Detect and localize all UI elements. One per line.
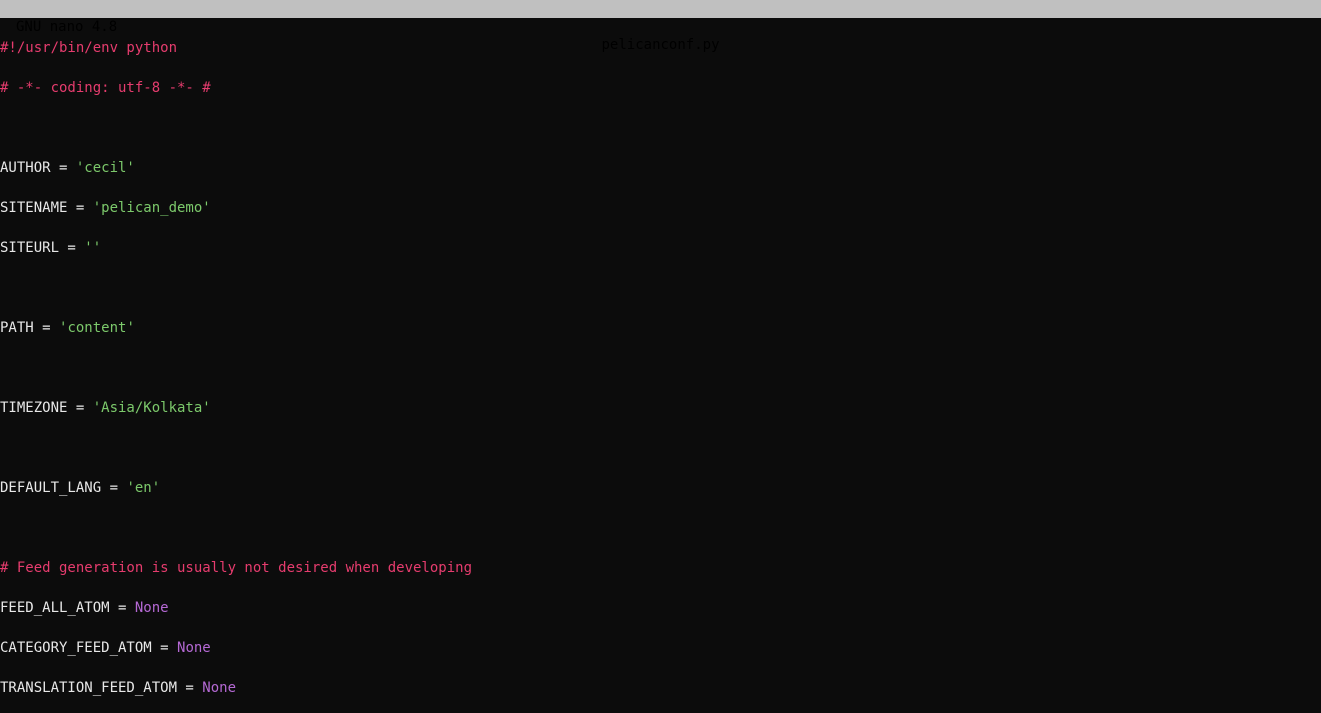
code-line: # -*- coding: utf-8 -*- #	[0, 78, 1321, 98]
code-line: CATEGORY_FEED_ATOM = None	[0, 638, 1321, 658]
code-line: PATH = 'content'	[0, 318, 1321, 338]
code-line: SITENAME = 'pelican_demo'	[0, 198, 1321, 218]
code-line: # Feed generation is usually not desired…	[0, 558, 1321, 578]
code-line: AUTHOR = 'cecil'	[0, 158, 1321, 178]
code-line: SITEURL = ''	[0, 238, 1321, 258]
code-line: DEFAULT_LANG = 'en'	[0, 478, 1321, 498]
blank-line	[0, 118, 1321, 138]
blank-line	[0, 438, 1321, 458]
nano-app-name: GNU nano 4.8	[16, 18, 117, 36]
blank-line	[0, 518, 1321, 538]
blank-line	[0, 278, 1321, 298]
editor-area[interactable]: #!/usr/bin/env python # -*- coding: utf-…	[0, 18, 1321, 713]
nano-filename: pelicanconf.py	[601, 36, 719, 54]
code-line: TIMEZONE = 'Asia/Kolkata'	[0, 398, 1321, 418]
blank-line	[0, 358, 1321, 378]
code-line: TRANSLATION_FEED_ATOM = None	[0, 678, 1321, 698]
code-line: FEED_ALL_ATOM = None	[0, 598, 1321, 618]
nano-titlebar: GNU nano 4.8 pelicanconf.py	[0, 0, 1321, 18]
